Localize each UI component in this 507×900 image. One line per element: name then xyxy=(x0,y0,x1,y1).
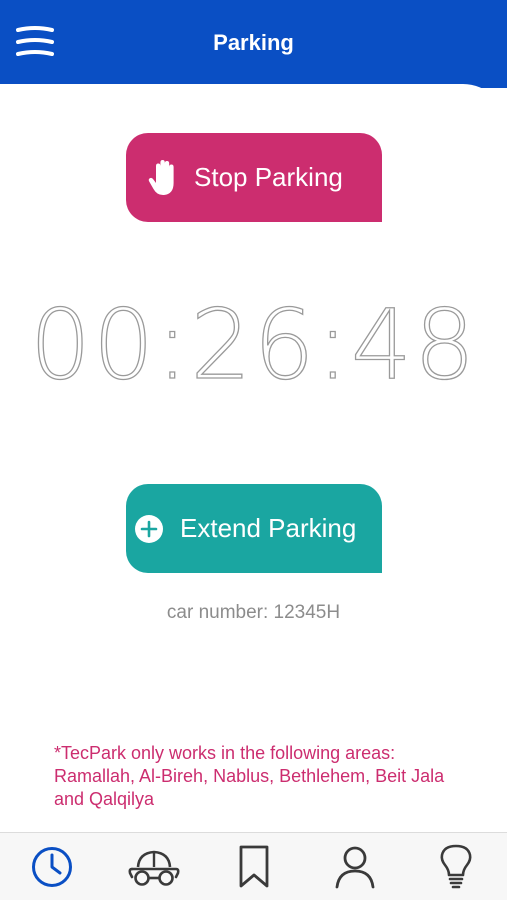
tab-saved[interactable] xyxy=(228,843,280,891)
car-icon xyxy=(128,850,180,886)
extend-parking-button[interactable]: Extend Parking xyxy=(126,484,382,573)
clock-icon xyxy=(32,847,72,887)
app-header: Parking xyxy=(0,0,507,88)
tab-history[interactable] xyxy=(26,843,78,891)
service-area-notice: *TecPark only works in the following are… xyxy=(54,743,445,809)
bookmark-icon xyxy=(239,845,269,888)
tab-profile[interactable] xyxy=(329,843,381,891)
stop-parking-label: Stop Parking xyxy=(194,162,343,192)
page-title: Parking xyxy=(213,30,294,55)
car-number-text: car number: 12345H xyxy=(166,602,341,623)
lightbulb-icon xyxy=(440,844,472,889)
plus-circle-icon xyxy=(135,514,163,543)
hand-stop-icon xyxy=(148,159,174,195)
stop-parking-button[interactable]: Stop Parking xyxy=(126,133,382,222)
bottom-tab-bar xyxy=(0,832,507,900)
tab-tips[interactable] xyxy=(430,843,482,891)
parking-timer: 00:26:48 xyxy=(29,289,478,401)
extend-parking-label: Extend Parking xyxy=(180,513,357,543)
tab-cars[interactable] xyxy=(126,843,182,891)
user-icon xyxy=(335,846,375,889)
